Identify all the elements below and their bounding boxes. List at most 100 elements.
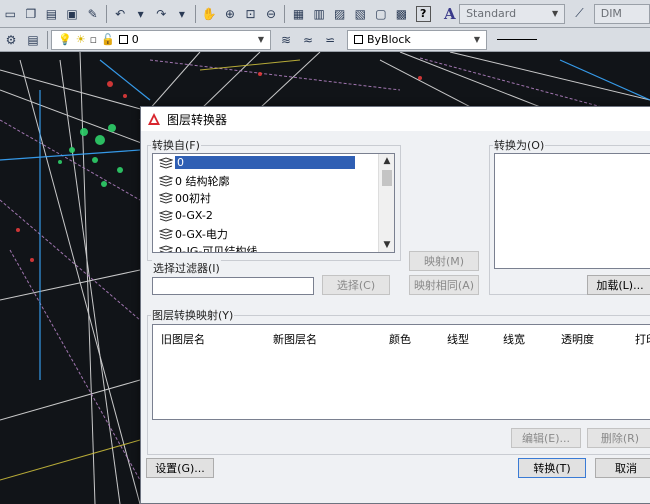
lightbulb-icon: 💡 [58, 33, 72, 46]
delete-button[interactable]: 删除(R) [587, 428, 650, 448]
column-header-new-layer[interactable]: 新图层名 [273, 331, 317, 347]
translate-button[interactable]: 转换(T) [518, 458, 586, 478]
layer-combo[interactable]: 💡 ☀ ▫ 🔓 0 ▼ [51, 29, 271, 50]
toolbar-separator [284, 4, 286, 23]
map-same-button[interactable]: 映射相同(A) [409, 275, 479, 295]
design-center-icon[interactable]: ▥ [311, 5, 328, 23]
layer-visible-icon: ▫ [89, 33, 98, 46]
zoom-previous-icon[interactable]: ⊖ [263, 5, 280, 23]
scroll-down-icon[interactable]: ▼ [379, 238, 394, 252]
standard-toolbar: ▭ ❐ ▤ ▣ ✎ ↶ ▾ ↷ ▾ ✋ ⊕ ⊡ ⊖ ▦ ▥ ▨ ▧ ▢ ▩ ? … [0, 0, 650, 28]
list-item[interactable]: 0 [153, 154, 394, 172]
tool-palettes-icon[interactable]: ▨ [331, 5, 348, 23]
column-header-lineweight[interactable]: 线宽 [503, 331, 525, 347]
undo-icon[interactable]: ↶ [112, 5, 129, 23]
layer-stack-icon [159, 210, 173, 222]
current-layer-name: 0 [131, 33, 139, 46]
sun-icon: ☀ [75, 33, 86, 46]
layer-name: 00初衬 [175, 192, 211, 206]
load-button[interactable]: 加载(L)... [587, 275, 650, 295]
linetype-preview [497, 39, 537, 40]
edit-button[interactable]: 编辑(E)... [511, 428, 581, 448]
layer-translator-dialog: 图层转换器 转换自(F) 0 0 结构轮廓 00初衬 0-GX-2 0-GX-电… [140, 106, 650, 504]
autocad-logo-icon [148, 113, 160, 125]
toolbar-separator [195, 4, 197, 23]
target-layer-list[interactable] [494, 153, 650, 269]
layer-name: 0 结构轮廓 [175, 174, 230, 188]
markup-icon[interactable]: ▢ [373, 5, 390, 23]
redo-dropdown-icon[interactable]: ▾ [174, 5, 191, 23]
layer-properties-icon[interactable]: ⚙ [2, 31, 20, 49]
list-item[interactable]: 0 结构轮廓 [153, 172, 394, 190]
layer-states-icon[interactable]: ▤ [24, 31, 42, 49]
selection-filter-label: 选择过滤器(I) [152, 260, 221, 276]
dimension-style-icon: ⟋ [575, 6, 584, 20]
layer-name: 0-GX-电力 [175, 227, 228, 241]
layer-stack-icon [159, 192, 173, 204]
pan-hand-icon[interactable]: ✋ [201, 5, 218, 23]
copy-icon[interactable]: ❐ [23, 5, 40, 23]
settings-button[interactable]: 设置(G)... [146, 458, 214, 478]
color-combo[interactable]: ByBlock ▼ [347, 29, 487, 50]
make-current-layer-icon[interactable]: ≋ [277, 31, 295, 49]
layer-match-icon[interactable]: ⋍ [321, 31, 339, 49]
toolbar-separator [105, 4, 107, 23]
chevron-down-icon: ▼ [551, 9, 559, 18]
zoom-window-icon[interactable]: ⊡ [242, 5, 259, 23]
paste-icon[interactable]: ▤ [43, 5, 60, 23]
list-item[interactable]: 0-GX-2 [153, 207, 394, 225]
zoom-realtime-icon[interactable]: ⊕ [222, 5, 239, 23]
layer-mapping-table[interactable]: 旧图层名 新图层名 颜色 线型 线宽 透明度 打印 [152, 324, 650, 420]
help-icon[interactable]: ? [415, 5, 431, 22]
convert-to-label: 转换为(O) [493, 137, 546, 153]
column-header-plot[interactable]: 打印 [635, 331, 650, 347]
layer-stack-icon [159, 175, 173, 187]
text-style-value: Standard [466, 7, 517, 20]
layer-previous-icon[interactable]: ≈ [299, 31, 317, 49]
layers-toolbar: ⚙ ▤ 💡 ☀ ▫ 🔓 0 ▼ ≋ ≈ ⋍ ByBlock ▼ [0, 28, 650, 52]
redo-icon[interactable]: ↷ [153, 5, 170, 23]
text-style-combo[interactable]: Standard ▼ [459, 3, 566, 24]
match-properties-icon[interactable]: ✎ [84, 5, 101, 23]
select-button[interactable]: 选择(C) [322, 275, 390, 295]
color-value: ByBlock [367, 33, 411, 46]
dialog-title-bar[interactable]: 图层转换器 [141, 107, 650, 131]
color-swatch [354, 35, 363, 44]
layer-mapping-label: 图层转换映射(Y) [151, 307, 235, 323]
layer-color-swatch [118, 35, 128, 44]
column-header-transparency[interactable]: 透明度 [561, 331, 594, 347]
layer-stack-icon [159, 157, 173, 169]
selection-filter-input[interactable] [152, 277, 314, 295]
map-button[interactable]: 映射(M) [409, 251, 479, 271]
dim-style-value: DIM [600, 7, 622, 20]
text-style-icon: A [444, 4, 456, 23]
save-icon[interactable]: ▣ [64, 5, 81, 23]
chevron-down-icon: ▼ [257, 35, 264, 44]
source-layer-list[interactable]: 0 0 结构轮廓 00初衬 0-GX-2 0-GX-电力 0-JG-可见结构线 … [152, 153, 395, 253]
list-item[interactable]: 0-GX-电力 [153, 225, 394, 243]
layer-stack-icon [159, 245, 173, 252]
sheet-set-icon[interactable]: ▧ [352, 5, 369, 23]
list-item[interactable]: 0-JG-可见结构线 [153, 242, 394, 253]
cancel-button[interactable]: 取消 [595, 458, 650, 478]
undo-dropdown-icon[interactable]: ▾ [132, 5, 149, 23]
column-header-linetype[interactable]: 线型 [447, 331, 469, 347]
list-scrollbar[interactable]: ▲ ▼ [378, 154, 394, 252]
layer-name: 0-JG-可见结构线 [175, 245, 258, 253]
dim-style-combo[interactable]: DIM [593, 3, 650, 24]
calculator-icon[interactable]: ▩ [393, 5, 410, 23]
linetype-combo[interactable] [497, 39, 537, 40]
column-header-color[interactable]: 颜色 [389, 331, 411, 347]
list-item[interactable]: 00初衬 [153, 189, 394, 207]
column-header-old-layer[interactable]: 旧图层名 [161, 331, 205, 347]
layer-name: 0 [175, 156, 355, 170]
new-file-icon[interactable]: ▭ [2, 5, 19, 23]
toolbar-separator [47, 30, 48, 49]
convert-from-label: 转换自(F) [151, 137, 201, 153]
scroll-up-icon[interactable]: ▲ [379, 154, 394, 168]
scrollbar-thumb[interactable] [382, 170, 392, 186]
layer-name: 0-GX-2 [175, 209, 213, 223]
properties-icon[interactable]: ▦ [290, 5, 307, 23]
layer-stack-icon [159, 228, 173, 240]
dialog-title: 图层转换器 [167, 112, 228, 127]
